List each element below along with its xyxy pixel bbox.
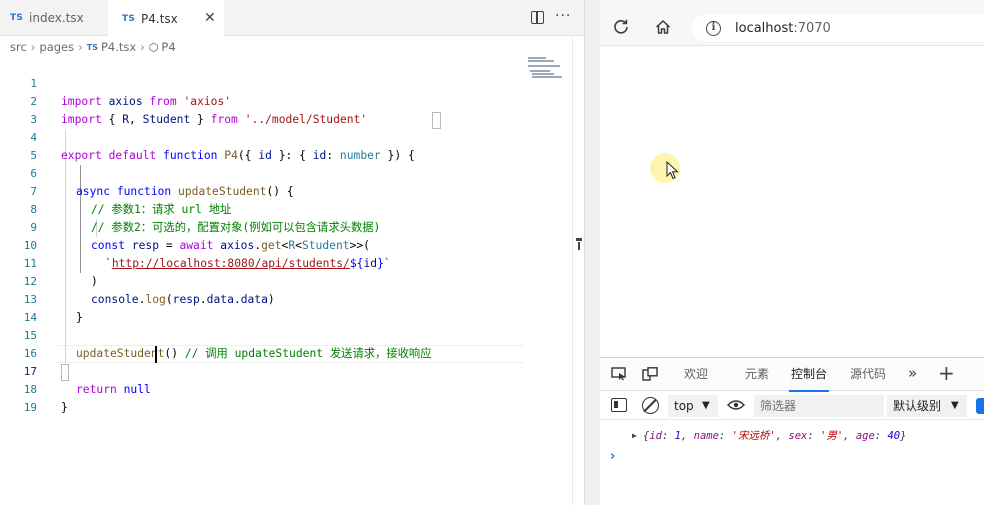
console-prompt[interactable]: › <box>610 449 615 464</box>
reload-icon[interactable] <box>613 19 629 35</box>
chevron-right-icon: › <box>30 40 36 54</box>
code-line: 9 const resp = await axios.get<R<Student… <box>0 201 584 252</box>
close-icon[interactable]: ✕ <box>204 10 216 26</box>
inspect-element-icon[interactable] <box>611 367 627 381</box>
context-select[interactable]: top ▼ <box>668 395 718 417</box>
console-output: ▶ {id: 1, name: '宋远桥', sex: '男', age: 40… <box>600 421 984 505</box>
symbol-method-icon: ⬡ <box>148 40 159 54</box>
code-line: 14 <box>0 291 584 324</box>
editor-tab-bar: TS index.tsx TS P4.tsx ✕ ··· <box>0 0 584 37</box>
code-editor[interactable]: TS index.tsx TS P4.tsx ✕ ··· src › pages… <box>0 0 584 505</box>
page-viewport[interactable] <box>600 47 984 357</box>
sidebar-toggle-icon[interactable] <box>611 398 627 412</box>
log-level-select[interactable]: 默认级别 ▼ <box>887 395 967 417</box>
tab-p4-tsx[interactable]: TS P4.tsx ✕ <box>108 0 224 37</box>
scroll-position-marker <box>576 238 582 241</box>
code-line: 2 import { R, Student } from '../model/S… <box>0 75 584 126</box>
tab-elements[interactable]: 元素 <box>745 358 769 391</box>
code-line: 10 `http://localhost:8080/api/students/$… <box>0 219 584 270</box>
expand-triangle-icon[interactable]: ▶ <box>632 425 637 447</box>
address-bar[interactable]: i localhost:7070 <box>692 14 984 42</box>
chevron-right-icon: › <box>140 40 145 54</box>
breadcrumb: src › pages › TS P4.tsx › ⬡ P4 <box>10 39 176 55</box>
caret-down-icon: ▼ <box>951 400 959 411</box>
more-actions-icon[interactable]: ··· <box>555 8 571 24</box>
browser-toolbar: i localhost:7070 <box>600 0 984 46</box>
browser-window: i localhost:7070 欢迎 元素 控制台 源代码 » + top ▼… <box>600 0 984 505</box>
code-line: 18 } <box>0 363 584 414</box>
line-number: 19 <box>23 401 37 414</box>
editor-scrollbar[interactable] <box>572 36 584 505</box>
eye-icon[interactable] <box>727 399 745 411</box>
code-line: 5 <box>0 129 584 162</box>
minimap[interactable] <box>528 56 566 86</box>
tab-sources[interactable]: 源代码 <box>850 358 886 391</box>
mouse-pointer-icon <box>666 161 679 180</box>
filter-input[interactable]: 筛选器 <box>754 395 884 417</box>
code-line: 12 console.log(resp.data.data) <box>0 255 584 306</box>
code-line: 6 async function updateStudent() { <box>0 147 584 198</box>
devtools-tab-bar: 欢迎 元素 控制台 源代码 » + <box>600 358 984 392</box>
tab-console[interactable]: 控制台 <box>788 358 830 392</box>
home-icon[interactable] <box>654 18 672 36</box>
window-divider[interactable] <box>584 0 600 505</box>
issues-badge[interactable] <box>976 398 984 414</box>
code-line: 17 return null <box>0 345 584 396</box>
clear-console-icon[interactable] <box>642 397 659 414</box>
console-toolbar: top ▼ 筛选器 默认级别 ▼ <box>600 392 984 420</box>
typescript-icon: TS <box>10 13 24 23</box>
chevron-right-icon: › <box>78 40 83 54</box>
scroll-position-marker <box>578 242 580 250</box>
breadcrumb-src[interactable]: src <box>10 40 27 54</box>
more-tabs-icon[interactable]: » <box>908 358 917 389</box>
breadcrumb-symbol[interactable]: P4 <box>161 40 175 54</box>
code-line: 13 } <box>0 273 584 324</box>
tab-label: index.tsx <box>29 11 84 25</box>
tab-index-tsx[interactable]: TS index.tsx <box>0 0 108 36</box>
code-line: 7 // 参数1：请求 url 地址 <box>0 165 584 216</box>
add-tab-icon[interactable]: + <box>938 358 955 389</box>
code-line: 16 <box>0 327 584 360</box>
split-editor-icon[interactable] <box>531 11 544 24</box>
code-line: 11 ) <box>0 237 584 288</box>
code-line: 19 <box>0 381 584 414</box>
caret-down-icon: ▼ <box>702 400 710 411</box>
typescript-icon: TS <box>122 13 136 24</box>
text-cursor <box>155 346 157 363</box>
typescript-icon: TS <box>86 42 98 52</box>
code-line: 1 import axios from 'axios' <box>0 57 584 108</box>
console-log-entry[interactable]: ▶ {id: 1, name: '宋远桥', sex: '男', age: 40… <box>600 425 984 447</box>
url-text: localhost:7070 <box>735 20 831 36</box>
code-line: 4 export default function P4({ id }: { i… <box>0 111 584 162</box>
code-line: 3 <box>0 93 584 126</box>
code-line: 8 // 参数2：可选的，配置对象(例如可以包含请求头数据) <box>0 183 584 234</box>
breadcrumb-file[interactable]: P4.tsx <box>101 40 136 54</box>
info-icon[interactable]: i <box>706 20 721 36</box>
tab-label: P4.tsx <box>141 11 178 26</box>
tab-welcome[interactable]: 欢迎 <box>684 358 708 391</box>
code-line: 15 updateStudent() // 调用 updateStudent 发… <box>0 309 584 360</box>
devtools-panel: 欢迎 元素 控制台 源代码 » + top ▼ 筛选器 默认级别 ▼ ▶ {id… <box>600 357 984 505</box>
device-toolbar-icon[interactable] <box>642 367 658 381</box>
breadcrumb-pages[interactable]: pages <box>39 40 74 54</box>
